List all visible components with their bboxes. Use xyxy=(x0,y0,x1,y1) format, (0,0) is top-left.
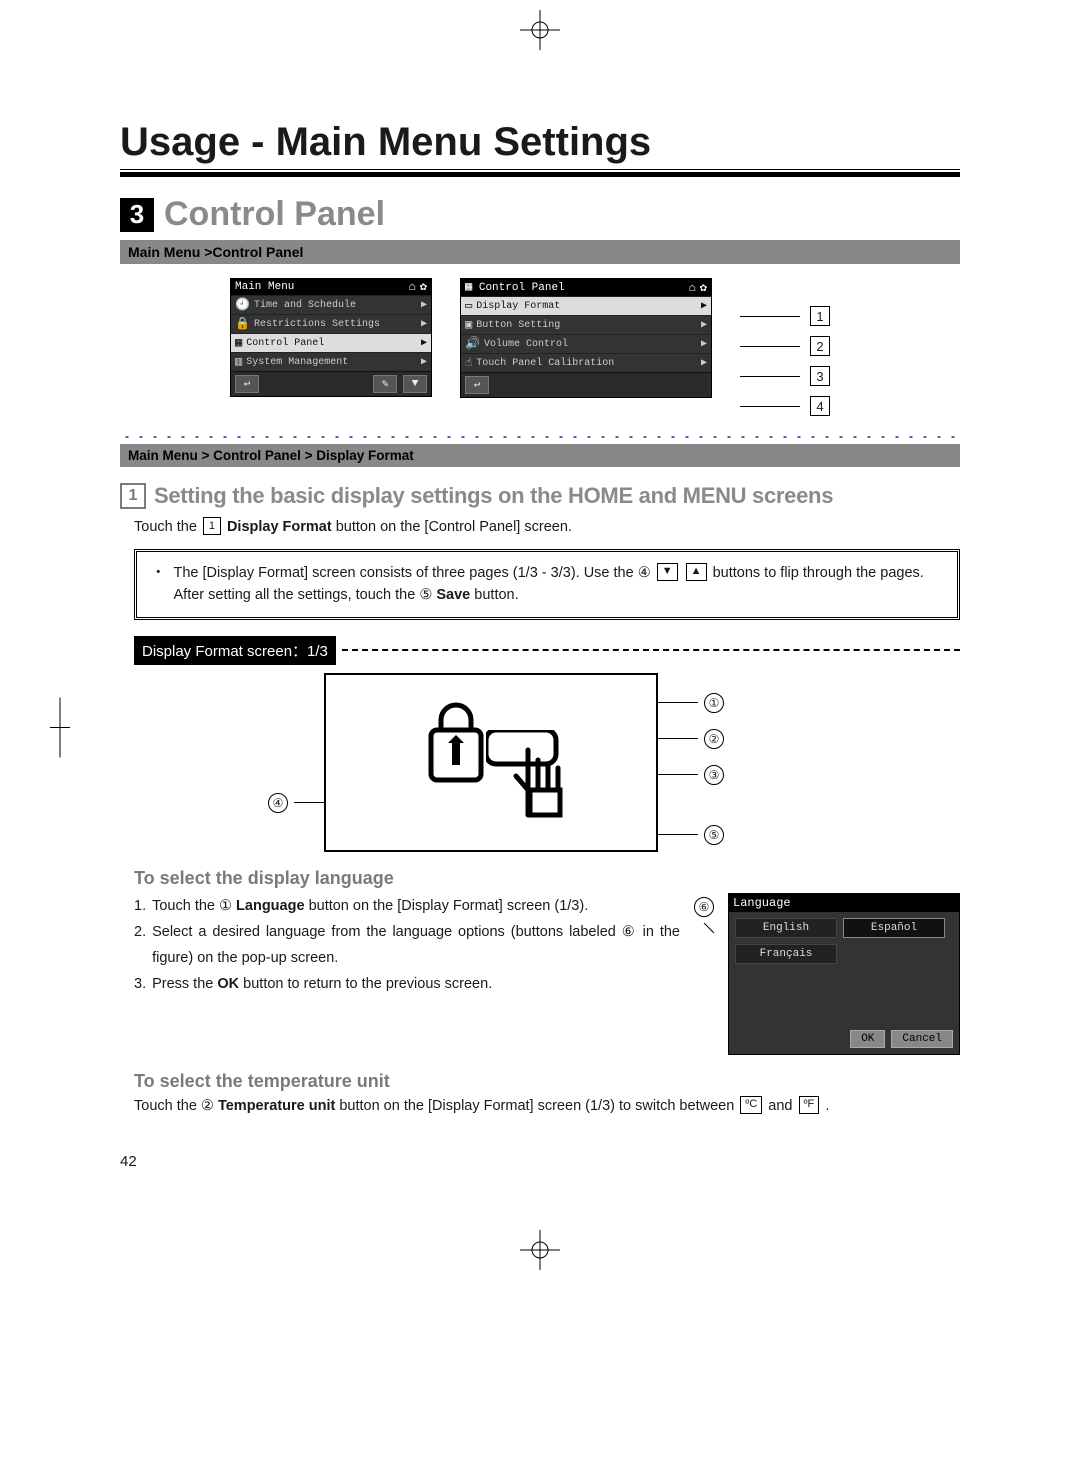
callout-circle-3: ③ xyxy=(704,765,724,785)
system-icon: ▥ xyxy=(235,356,242,368)
breadcrumb-2: Main Menu > Control Panel > Display Form… xyxy=(120,444,960,467)
figure-control-panel-screen: ▦ Control Panel ⌂ ✿ ▭ Display Format ▶ ▣ Bu… xyxy=(460,278,712,398)
callout-circle-6: ⑥ xyxy=(694,897,714,917)
chevron-right-icon: ▶ xyxy=(701,300,707,312)
callout-1: 1 xyxy=(810,306,830,326)
cp-item: Display Format xyxy=(476,301,560,312)
intro-text: Touch the 1 Display Format button on the… xyxy=(134,517,960,539)
callout-column: 1 2 3 4 xyxy=(740,278,830,416)
callout-3: 3 xyxy=(810,366,830,386)
dotted-divider xyxy=(120,434,960,440)
crop-mark-top xyxy=(520,10,560,50)
heading-language: To select the display language xyxy=(134,868,960,889)
chevron-right-icon: ▶ xyxy=(701,319,707,331)
figure-language-popup: Language English Español Français OK Can… xyxy=(728,893,960,1055)
menu-item: Control Panel xyxy=(246,338,324,349)
screen-label: Display Format screen：1/3 xyxy=(134,636,336,665)
cp-item: Volume Control xyxy=(484,339,568,350)
menu-item: Restrictions Settings xyxy=(254,319,380,330)
run-icon: ✿ xyxy=(420,281,427,293)
crop-mark-bottom xyxy=(520,1230,560,1270)
lock-icon: 🔒 xyxy=(235,318,250,330)
section-title: Control Panel xyxy=(164,195,385,234)
home-icon: ⌂ xyxy=(409,281,416,293)
menu-item: Time and Schedule xyxy=(254,300,356,311)
celsius-key: ºC xyxy=(740,1096,762,1114)
inline-number-box: 1 xyxy=(203,517,221,535)
main-menu-title: Main Menu xyxy=(235,281,294,293)
callout-circle-4: ④ xyxy=(268,793,288,813)
touch-icon: ☝ xyxy=(465,357,472,369)
display-format-diagram xyxy=(324,673,658,852)
panel-icon: ▦ xyxy=(235,337,242,349)
callout-circle-2: ② xyxy=(704,729,724,749)
callout-4: 4 xyxy=(810,396,830,416)
fahrenheit-key: ºF xyxy=(799,1096,820,1114)
breadcrumb: Main Menu >Control Panel xyxy=(120,240,960,264)
chapter-title: Usage - Main Menu Settings xyxy=(120,120,960,165)
down-icon: ▼ xyxy=(657,563,678,581)
filter-icon: ▼ xyxy=(403,375,427,393)
section-number-badge: 3 xyxy=(120,198,154,232)
lang-option: English xyxy=(735,918,837,938)
menu-item: System Management xyxy=(246,357,348,368)
back-icon: ↩ xyxy=(465,376,489,394)
cp-item: Button Setting xyxy=(476,320,560,331)
home-icon: ⌂ xyxy=(689,282,696,294)
run-icon: ✿ xyxy=(700,282,707,294)
control-panel-title: Control Panel xyxy=(479,282,565,294)
chevron-right-icon: ▶ xyxy=(701,357,707,369)
chevron-right-icon: ▶ xyxy=(421,337,427,349)
panel-icon: ▦ xyxy=(465,280,472,294)
lang-option-selected: Español xyxy=(843,918,945,938)
volume-icon: 🔊 xyxy=(465,338,480,350)
subsection-number: 1 xyxy=(120,483,146,509)
up-icon: ▲ xyxy=(686,563,707,581)
heading-temperature: To select the temperature unit xyxy=(134,1071,960,1092)
ok-button: OK xyxy=(850,1030,885,1048)
lock-icon xyxy=(421,695,491,785)
dashed-rule xyxy=(342,649,960,651)
popup-title: Language xyxy=(729,894,959,912)
chevron-right-icon: ▶ xyxy=(701,338,707,350)
temperature-text: Touch the ② Temperature unit button on t… xyxy=(134,1096,960,1118)
note-box: ・ The [Display Format] screen consists o… xyxy=(134,549,960,620)
figure-main-menu-screen: Main Menu ⌂ ✿ 🕘 Time and Schedule ▶ 🔒 Restr… xyxy=(230,278,432,397)
page-number: 42 xyxy=(120,1153,137,1170)
lang-option: Français xyxy=(735,944,837,964)
crop-mark-left xyxy=(50,698,70,763)
callout-circle-5: ⑤ xyxy=(704,825,724,845)
chevron-right-icon: ▶ xyxy=(421,318,427,330)
subsection-title: Setting the basic display settings on th… xyxy=(154,483,833,509)
chevron-right-icon: ▶ xyxy=(421,299,427,311)
back-icon: ↩ xyxy=(235,375,259,393)
chapter-rule xyxy=(120,169,960,177)
leader-line xyxy=(694,923,714,943)
cancel-button: Cancel xyxy=(891,1030,953,1048)
callout-2: 2 xyxy=(810,336,830,356)
page-icon: ✎ xyxy=(373,375,397,393)
cp-item: Touch Panel Calibration xyxy=(476,358,614,369)
chevron-right-icon: ▶ xyxy=(421,356,427,368)
display-icon: ▭ xyxy=(465,300,472,312)
hand-cursor-icon xyxy=(486,730,596,830)
callout-circle-1: ① xyxy=(704,693,724,713)
language-steps: 1. Touch the ① Language button on the [D… xyxy=(134,893,680,1055)
button-icon: ▣ xyxy=(465,319,472,331)
clock-icon: 🕘 xyxy=(235,299,250,311)
